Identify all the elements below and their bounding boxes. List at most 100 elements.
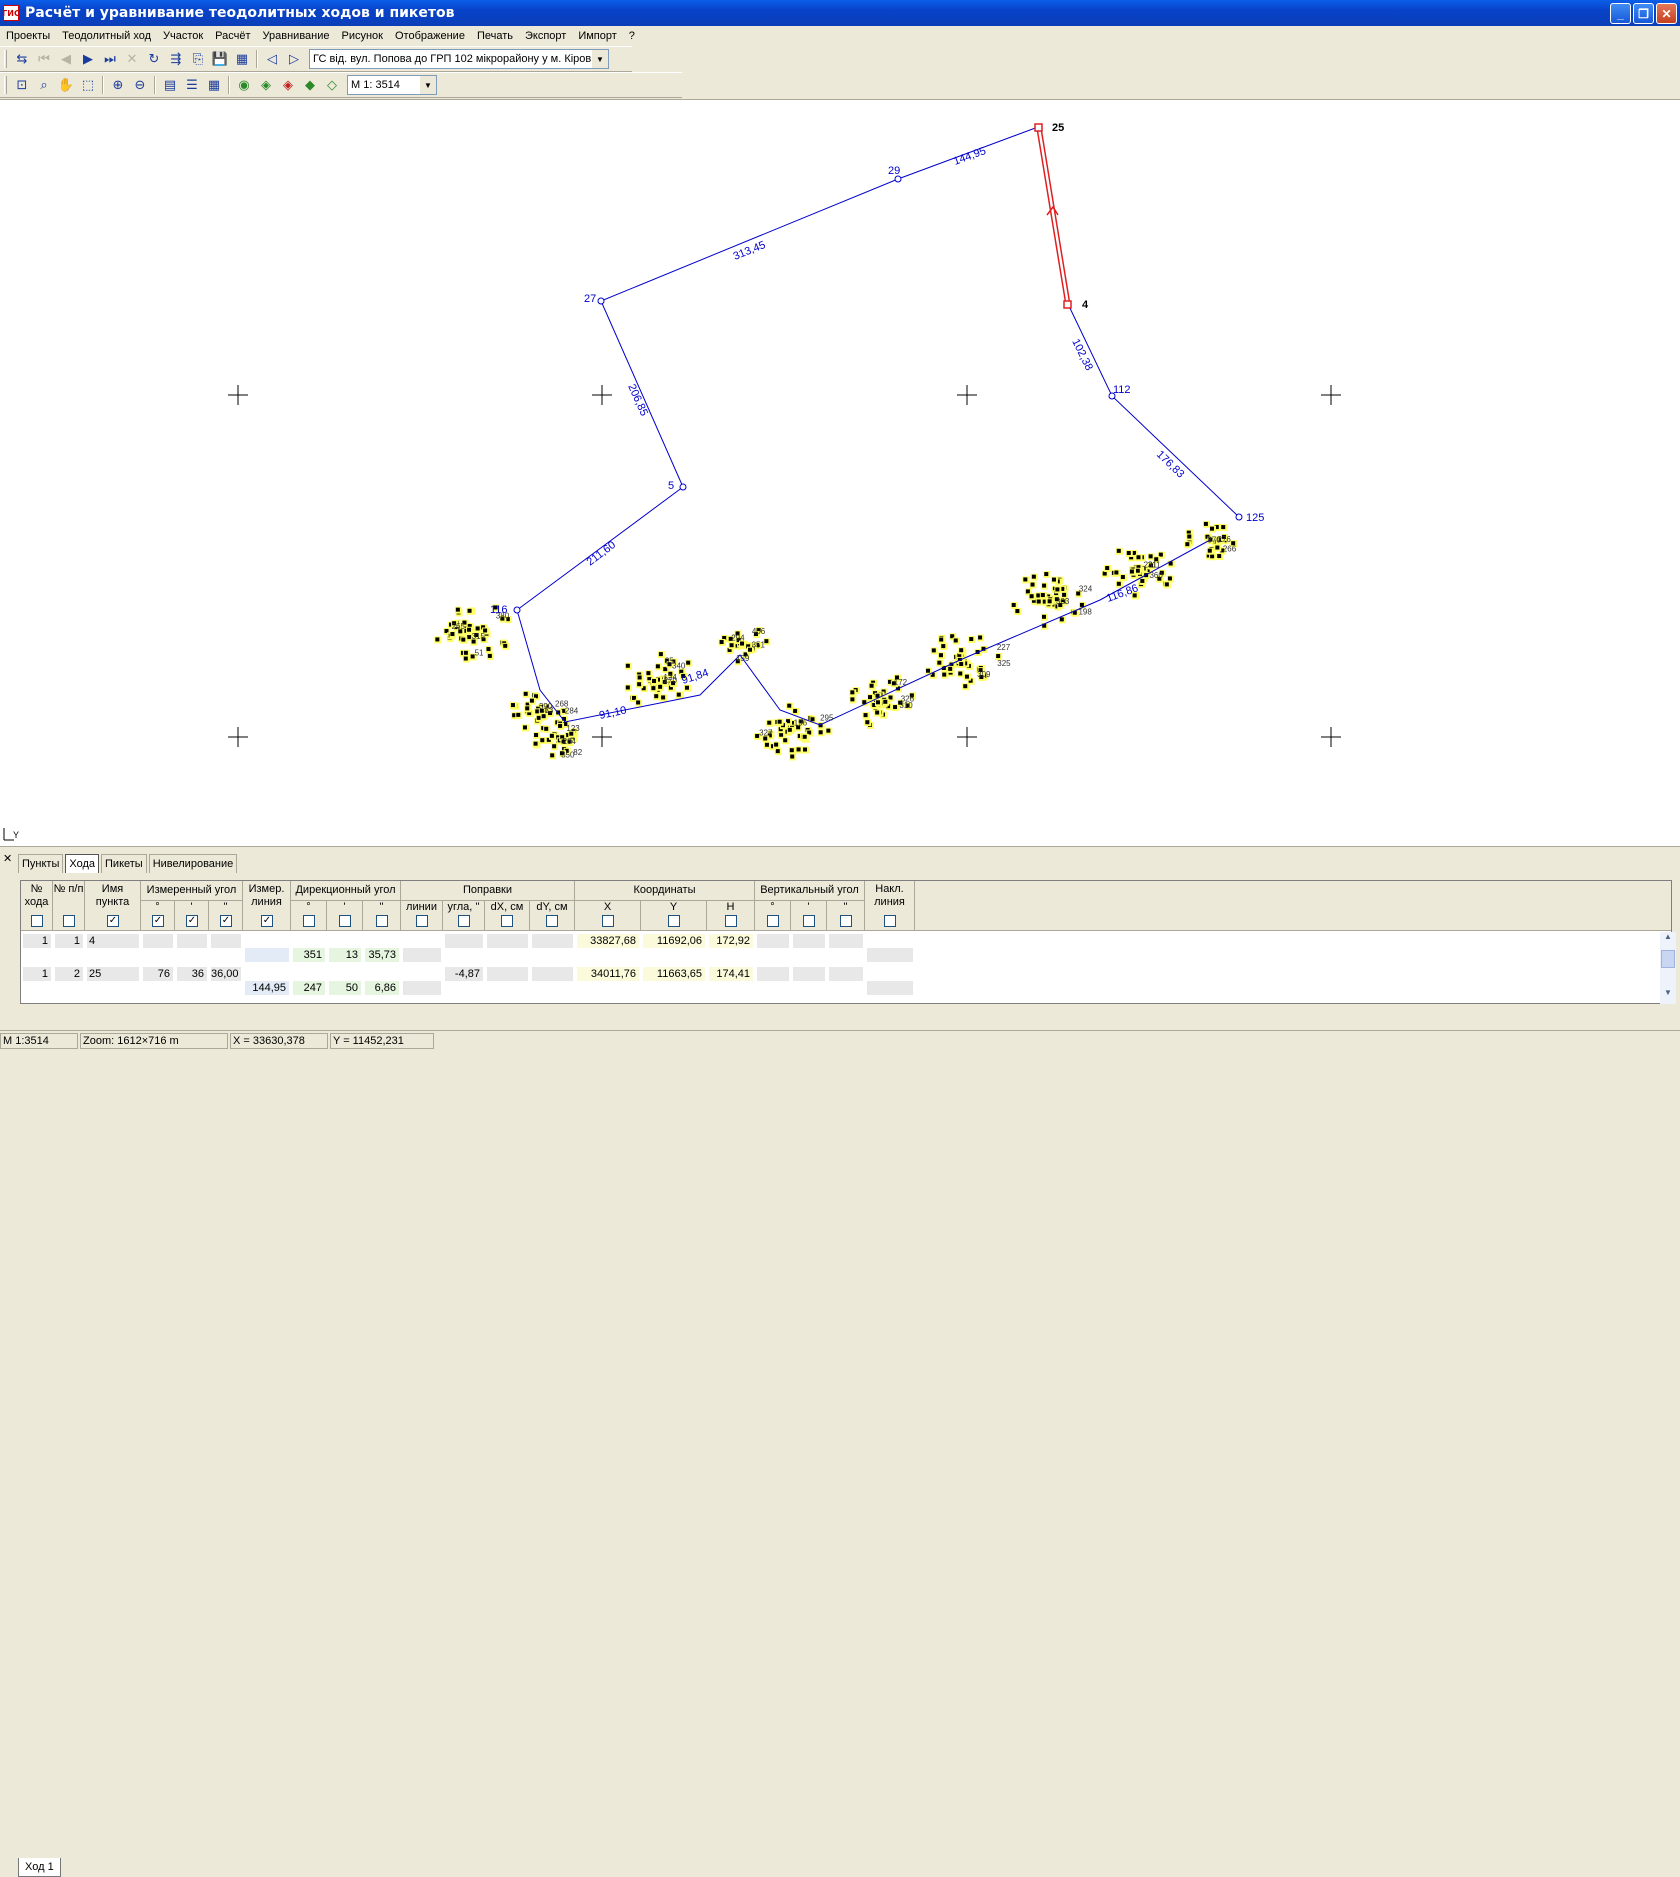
tab-traverses[interactable]: Хода (65, 854, 100, 873)
picket-point[interactable] (455, 607, 460, 612)
col-checkbox-da-min[interactable] (339, 915, 351, 927)
picket-point[interactable] (1210, 526, 1215, 531)
first-icon[interactable]: ⏮ (33, 48, 55, 70)
cell-ma-sec[interactable] (211, 934, 241, 948)
picket-point[interactable] (826, 728, 831, 733)
cell-y[interactable]: 11692,06 (643, 934, 705, 948)
picket-point[interactable] (787, 703, 792, 708)
picket-point[interactable] (549, 733, 554, 738)
picket-point[interactable] (503, 643, 508, 648)
picket-point[interactable] (652, 679, 657, 684)
traverse-right-icon[interactable]: ▷ (283, 48, 305, 70)
picket-point[interactable] (552, 744, 557, 749)
cell-da-min[interactable]: 13 (329, 948, 361, 962)
picket-point[interactable] (533, 741, 538, 746)
col-checkbox-corr-lines[interactable] (416, 915, 428, 927)
picket-point[interactable] (463, 656, 468, 661)
picket-point[interactable] (1015, 609, 1020, 614)
picket-point[interactable] (658, 652, 663, 657)
picket-point[interactable] (790, 754, 795, 759)
picket-point[interactable] (534, 733, 539, 738)
col-checkbox-ma-sec[interactable]: ✓ (220, 915, 232, 927)
picket-point[interactable] (869, 683, 874, 688)
picket-point[interactable] (1221, 525, 1226, 530)
cell-da-min[interactable]: 50 (329, 981, 361, 995)
cell-line[interactable] (245, 948, 289, 962)
picket-point[interactable] (637, 675, 642, 680)
picket-point[interactable] (686, 660, 691, 665)
picket-point[interactable] (939, 637, 944, 642)
col-checkbox-x[interactable] (602, 915, 614, 927)
cell-corr-lines[interactable] (403, 981, 441, 995)
menu-section[interactable]: Участок (157, 30, 209, 42)
col-checkbox-ma-deg[interactable]: ✓ (152, 915, 164, 927)
station-marker-27[interactable] (597, 297, 605, 305)
cell-corr-lines[interactable] (403, 948, 441, 962)
picket-point[interactable] (793, 708, 798, 713)
list-icon[interactable]: ☰ (181, 74, 203, 96)
picket-point[interactable] (1105, 566, 1110, 571)
picket-point[interactable] (467, 627, 472, 632)
select-icon[interactable]: ⬚ (77, 74, 99, 96)
map-drawing[interactable]: 25 29 27 5 116 4 112 125 144,95 313,45 2… (0, 100, 1680, 848)
picket-point[interactable] (865, 720, 870, 725)
picket-point[interactable] (1126, 551, 1131, 556)
zoom-in-icon[interactable]: ⊕ (107, 74, 129, 96)
picket-point[interactable] (969, 637, 974, 642)
picket-point[interactable] (558, 723, 563, 728)
tab-points[interactable]: Пункты (18, 854, 64, 873)
picket-point[interactable] (948, 666, 953, 671)
picket-point[interactable] (646, 671, 651, 676)
picket-point[interactable] (1041, 614, 1046, 619)
picket-point[interactable] (684, 685, 689, 690)
toolbar-grip[interactable] (4, 50, 7, 68)
picket-point[interactable] (774, 742, 779, 747)
scroll-down-icon[interactable]: ▼ (1660, 988, 1676, 1004)
cell-da-sec[interactable]: 6,86 (365, 981, 399, 995)
cell-corr-dy[interactable] (532, 967, 573, 981)
insert-row-icon[interactable]: ⇶ (165, 48, 187, 70)
tab-levelling[interactable]: Нивелирование (148, 854, 238, 873)
cell-x[interactable]: 34011,76 (577, 967, 639, 981)
col-checkbox-da-sec[interactable] (376, 915, 388, 927)
picket-point[interactable] (850, 690, 855, 695)
picket-point[interactable] (1040, 593, 1045, 598)
picket-point[interactable] (461, 637, 466, 642)
picket-point[interactable] (938, 653, 943, 658)
picket-point[interactable] (863, 713, 868, 718)
scale-select[interactable]: М 1: 3514 ▼ (347, 75, 437, 95)
picket-point[interactable] (803, 747, 808, 752)
picket-point[interactable] (467, 635, 472, 640)
picket-point[interactable] (625, 663, 630, 668)
picket-point[interactable] (658, 684, 663, 689)
picket-point[interactable] (525, 706, 530, 711)
picket-point[interactable] (850, 697, 855, 702)
picket-point[interactable] (1120, 575, 1125, 580)
picket-point[interactable] (654, 694, 659, 699)
picket-point[interactable] (802, 734, 807, 739)
cell-ma-min[interactable]: 36 (177, 967, 207, 981)
station-marker-116[interactable] (513, 606, 521, 614)
picket-point[interactable] (1036, 599, 1041, 604)
picket-point[interactable] (1044, 572, 1049, 577)
picket-point[interactable] (676, 692, 681, 697)
picket-point[interactable] (958, 671, 963, 676)
picket-point[interactable] (1116, 548, 1121, 553)
picket-point[interactable] (767, 720, 772, 725)
save-icon[interactable]: 💾 (209, 48, 231, 70)
copy-icon[interactable]: ⎘ (187, 48, 209, 70)
picket-point[interactable] (818, 730, 823, 735)
menu-projects[interactable]: Проекты (0, 30, 56, 42)
col-checkbox-h[interactable] (725, 915, 737, 927)
col-checkbox-hod[interactable] (31, 915, 43, 927)
toolbar-grip[interactable] (4, 76, 7, 94)
picket-point[interactable] (783, 738, 788, 743)
picket-point[interactable] (959, 648, 964, 653)
picket-point[interactable] (631, 695, 636, 700)
cell-corr-angle[interactable]: -4,87 (445, 967, 483, 981)
grid-icon[interactable]: ▦ (203, 74, 225, 96)
picket-point[interactable] (996, 654, 1001, 659)
picket-point[interactable] (1167, 576, 1172, 581)
picket-point[interactable] (1025, 589, 1030, 594)
picket-point[interactable] (544, 726, 549, 731)
